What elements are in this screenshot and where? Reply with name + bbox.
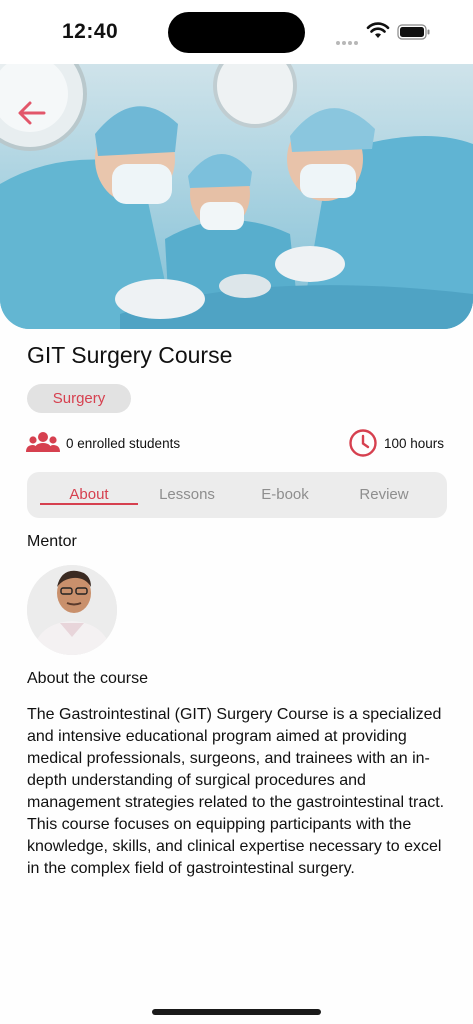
- tab-ebook[interactable]: E-book: [236, 486, 334, 503]
- surgery-photo: [0, 64, 473, 329]
- battery-icon: [397, 24, 430, 40]
- enrolled-students-text: 0 enrolled students: [66, 435, 181, 451]
- wifi-icon: [366, 22, 390, 38]
- course-title: GIT Surgery Course: [27, 342, 233, 368]
- mentor-photo: [27, 565, 117, 655]
- tab-about[interactable]: About: [40, 486, 138, 503]
- mentor-heading: Mentor: [27, 533, 77, 550]
- status-bar: 12:40: [0, 0, 473, 64]
- enrolled-students-stat: 0 enrolled students: [26, 430, 180, 456]
- duration-text: 100 hours: [384, 435, 445, 451]
- about-description: The Gastrointestinal (GIT) Surgery Cours…: [27, 706, 445, 877]
- course-tabs: About Lessons E-book Review: [27, 472, 447, 518]
- course-hero-image: [0, 64, 473, 329]
- active-tab-indicator: [40, 503, 138, 505]
- mentor-avatar[interactable]: [27, 565, 117, 655]
- clock-icon: [349, 429, 377, 457]
- duration-stat: 100 hours: [348, 428, 444, 458]
- status-time: 12:40: [62, 20, 119, 43]
- tab-review[interactable]: Review: [334, 486, 434, 503]
- users-icon: [26, 432, 60, 452]
- home-indicator[interactable]: [152, 1009, 321, 1015]
- back-arrow-icon[interactable]: [14, 98, 50, 128]
- about-heading: About the course: [27, 670, 148, 687]
- dynamic-island: [168, 12, 305, 53]
- cellular-signal-icon: [336, 32, 360, 45]
- category-chip[interactable]: Surgery: [27, 384, 131, 413]
- tab-lessons[interactable]: Lessons: [138, 486, 236, 503]
